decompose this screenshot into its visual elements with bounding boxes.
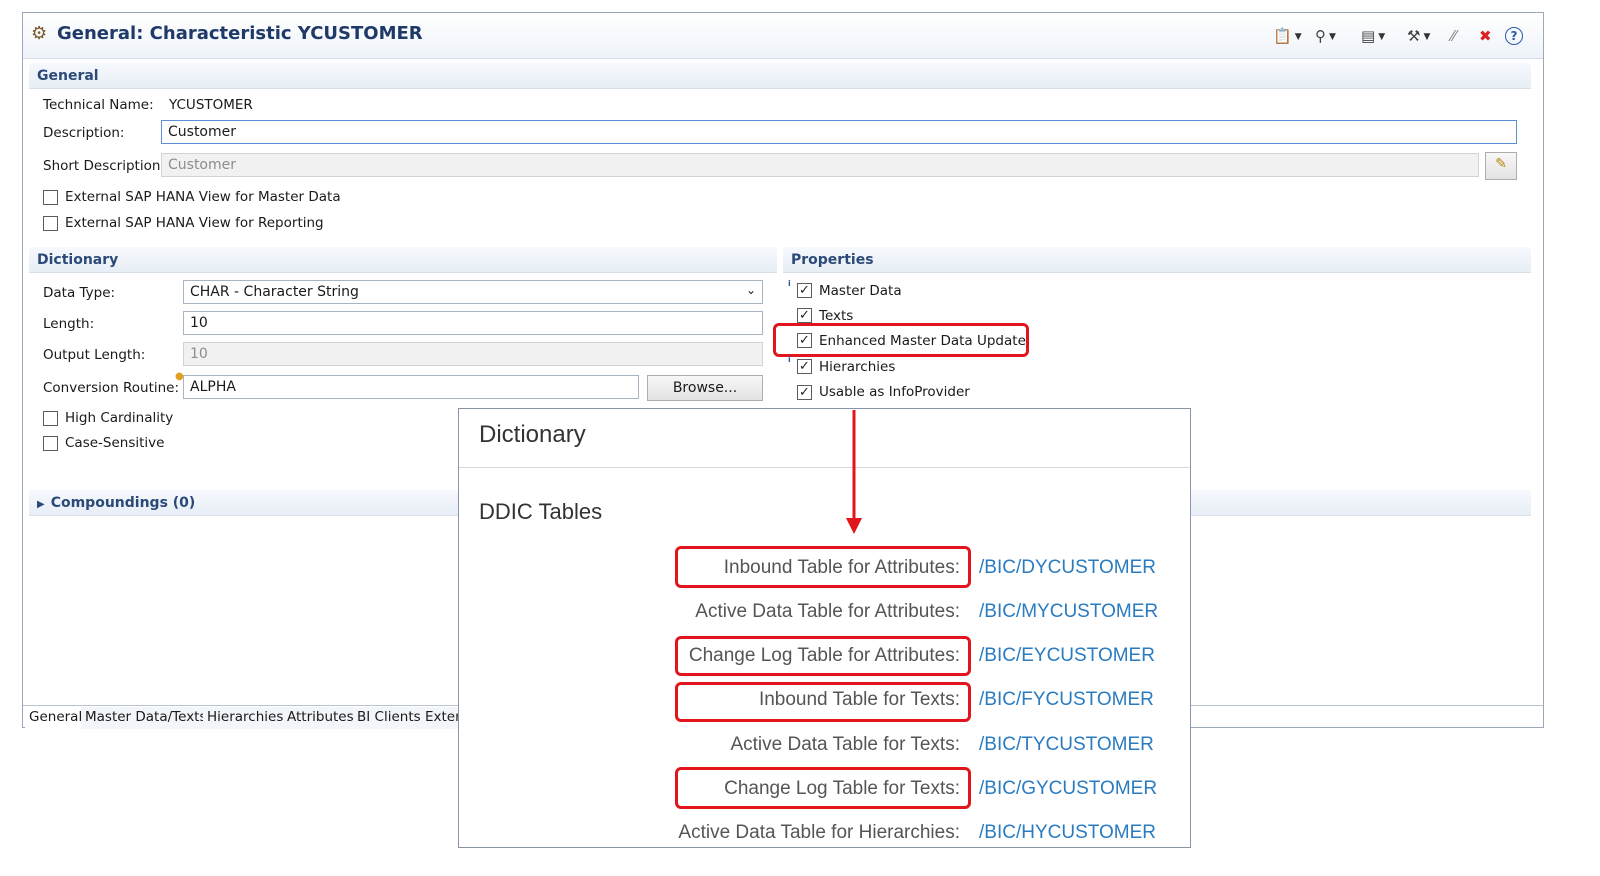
texts-checkbox[interactable]: ✓ — [797, 308, 812, 323]
external-view-reporting-checkbox[interactable] — [43, 216, 58, 231]
chevron-down-icon: ⌄ — [745, 283, 756, 297]
ddic-row-link[interactable]: /BIC/HYCUSTOMER — [979, 822, 1156, 844]
length-input[interactable]: 10 — [183, 311, 763, 335]
compoundings-label: Compoundings (0) — [50, 495, 196, 511]
pencil-icon: ✎ — [1495, 156, 1507, 172]
case-sensitive-checkbox[interactable] — [43, 436, 58, 451]
inbound-attributes-highlight — [675, 546, 971, 588]
arrow-head — [846, 518, 862, 534]
short-description-label: Short Description: — [43, 158, 165, 174]
chart-icon[interactable]: ▤ ▼ — [1361, 27, 1385, 49]
external-view-master-data-checkbox[interactable] — [43, 190, 58, 205]
high-cardinality-checkbox[interactable] — [43, 411, 58, 426]
annotation-arrow — [846, 410, 862, 534]
case-sensitive-label: Case-Sensitive — [65, 435, 165, 451]
browse-button[interactable]: Browse... — [647, 375, 763, 401]
editor-title: General: Characteristic YCUSTOMER — [57, 23, 423, 44]
tab-general[interactable]: General — [25, 707, 88, 729]
ddic-row-label: Active Data Table for Hierarchies: — [678, 822, 960, 843]
technical-name-label: Technical Name: — [43, 97, 154, 113]
texts-label: Texts — [819, 308, 854, 324]
link-icon[interactable]: ⁄⁄ — [1451, 27, 1456, 49]
external-view-reporting-label: External SAP HANA View for Reporting — [65, 215, 324, 231]
usable-infoprovider-checkbox[interactable]: ✓ — [797, 385, 812, 400]
master-data-checkbox[interactable]: ✓ — [797, 283, 812, 298]
master-data-label: Master Data — [819, 283, 902, 299]
info-icon: i — [788, 355, 791, 364]
help-icon[interactable]: ? — [1505, 27, 1523, 45]
clipboard-icon[interactable]: 📋 ▼ — [1273, 27, 1302, 49]
tab-hierarchies[interactable]: Hierarchies — [203, 707, 289, 729]
ddic-subtitle: DDIC Tables — [479, 499, 603, 524]
title-bar: ⚙ General: Characteristic YCUSTOMER 📋 ▼ ⚲… — [23, 13, 1543, 59]
ddic-panel-title: Dictionary — [479, 421, 586, 448]
edit-pencil-button[interactable]: ✎ — [1485, 152, 1517, 180]
ddic-row-label: Active Data Table for Texts: — [730, 734, 960, 755]
ddic-row-link[interactable]: /BIC/EYCUSTOMER — [979, 645, 1155, 667]
ddic-row-link[interactable]: /BIC/DYCUSTOMER — [979, 557, 1156, 579]
enhanced-update-highlight — [773, 323, 1029, 357]
close-icon[interactable]: ✖ — [1479, 27, 1492, 49]
short-description-input[interactable]: Customer — [161, 153, 1479, 177]
ddic-row-link[interactable]: /BIC/TYCUSTOMER — [979, 734, 1154, 756]
external-view-master-data-label: External SAP HANA View for Master Data — [65, 189, 341, 205]
description-label: Description: — [43, 125, 125, 141]
usable-infoprovider-label: Usable as InfoProvider — [819, 384, 970, 400]
chevron-right-icon: ▶ — [37, 499, 45, 510]
ddic-row-link[interactable]: /BIC/GYCUSTOMER — [979, 778, 1157, 800]
data-type-select[interactable]: CHAR - Character String ⌄ — [183, 280, 763, 304]
search-icon[interactable]: ⚲ ▼ — [1315, 27, 1336, 49]
output-length-input[interactable]: 10 — [183, 342, 763, 366]
tab-attributes[interactable]: Attributes — [283, 707, 359, 729]
conversion-routine-label: Conversion Routine: — [43, 380, 180, 396]
characteristic-icon: ⚙ — [31, 23, 48, 44]
general-section-header: General — [29, 63, 1531, 89]
data-type-label: Data Type: — [43, 285, 116, 301]
inbound-texts-highlight — [675, 682, 971, 722]
length-label: Length: — [43, 316, 95, 332]
description-input[interactable]: Customer — [161, 120, 1517, 144]
ddic-tables-panel: Dictionary DDIC Tables Inbound Table for… — [458, 408, 1191, 848]
hierarchies-checkbox[interactable]: ✓ — [797, 359, 812, 374]
changelog-attributes-highlight — [675, 636, 971, 676]
info-icon: i — [788, 279, 791, 288]
tab-bi-clients[interactable]: BI Clients — [353, 707, 426, 729]
data-type-value: CHAR - Character String — [190, 284, 359, 300]
output-length-label: Output Length: — [43, 347, 146, 363]
tab-master-data-texts[interactable]: Master Data/Texts — [81, 707, 212, 729]
properties-section-header: Properties — [783, 247, 1531, 273]
ddic-row-link[interactable]: /BIC/MYCUSTOMER — [979, 601, 1158, 623]
wrench-icon[interactable]: ⚒ ▼ — [1407, 27, 1430, 49]
ddic-row-label: Active Data Table for Attributes: — [695, 601, 960, 622]
hierarchies-label: Hierarchies — [819, 359, 896, 375]
conversion-routine-input[interactable]: ALPHA — [183, 375, 639, 399]
ddic-row-link[interactable]: /BIC/FYCUSTOMER — [979, 689, 1154, 711]
high-cardinality-label: High Cardinality — [65, 410, 174, 426]
dictionary-section-header: Dictionary — [29, 247, 777, 273]
ddic-panel-divider — [459, 467, 1190, 468]
changelog-texts-highlight — [675, 767, 971, 809]
technical-name-value: YCUSTOMER — [169, 97, 253, 113]
